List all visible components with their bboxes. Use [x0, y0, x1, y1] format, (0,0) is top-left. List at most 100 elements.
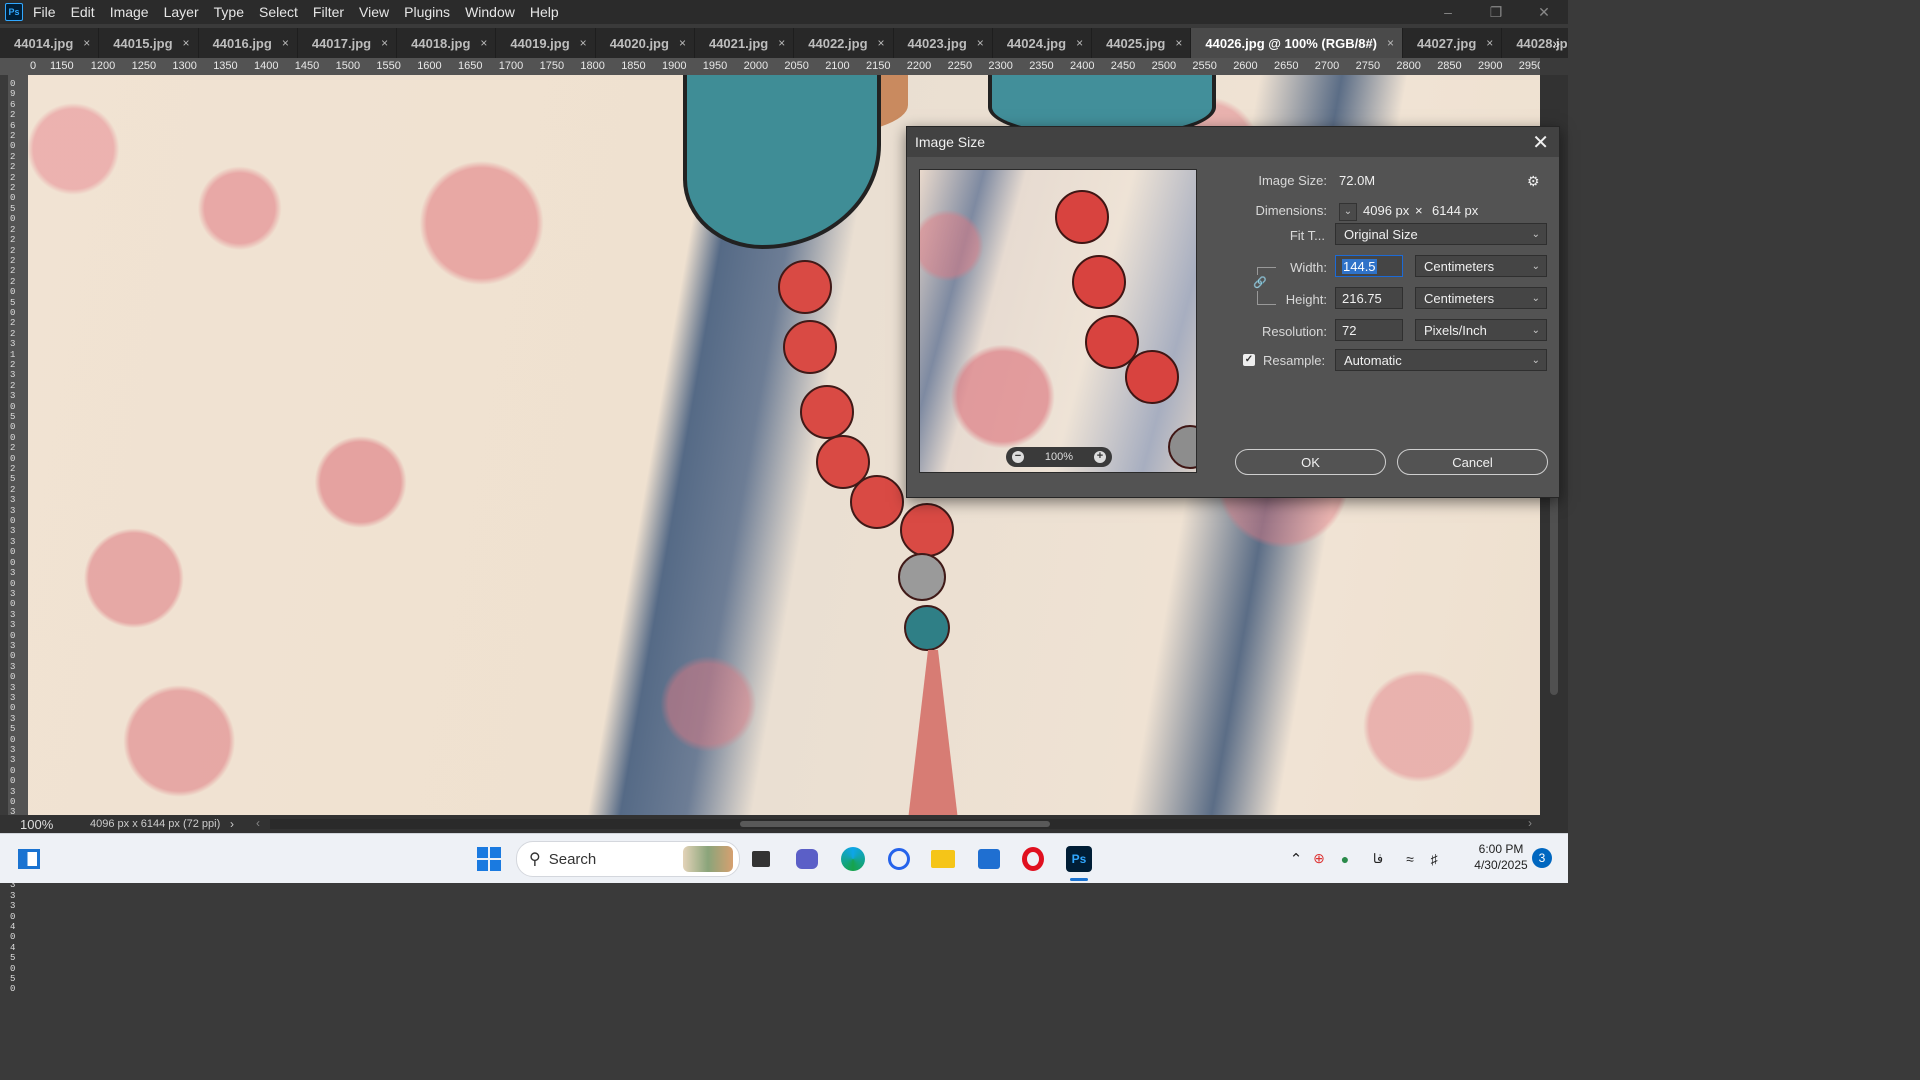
- tab-close-icon[interactable]: ×: [580, 36, 587, 50]
- video-call-icon[interactable]: [790, 842, 824, 876]
- tab-close-icon[interactable]: ×: [778, 36, 785, 50]
- resample-value: Automatic: [1344, 353, 1402, 368]
- menu-file[interactable]: File: [31, 4, 65, 20]
- ruler-tick-label: 2450: [1110, 60, 1136, 72]
- zoom-in-icon[interactable]: +: [1093, 451, 1106, 463]
- ruler-tick-label: 2800: [1396, 60, 1421, 72]
- tab-close-icon[interactable]: ×: [1387, 36, 1394, 50]
- fit-to-select[interactable]: Original Size ⌄: [1335, 223, 1547, 245]
- width-unit-select[interactable]: Centimeters ⌄: [1415, 255, 1547, 277]
- wifi-icon[interactable]: ≈: [1398, 851, 1422, 867]
- tab-document[interactable]: 44024.jpg ×: [993, 28, 1093, 58]
- photoshop-icon[interactable]: Ps: [1062, 842, 1096, 881]
- tab-document[interactable]: 44014.jpg ×: [0, 28, 100, 58]
- snipping-tool-icon[interactable]: [882, 842, 916, 876]
- menu-help[interactable]: Help: [528, 4, 568, 20]
- cancel-button[interactable]: Cancel: [1397, 449, 1548, 475]
- tab-document[interactable]: 44025.jpg ×: [1092, 28, 1192, 58]
- tab-document[interactable]: 44019.jpg ×: [496, 28, 596, 58]
- top-ruler[interactable]: 0 1150 1200 1250 1300 1350 1400 1450 1500 1550 160…: [28, 58, 1540, 76]
- widgets-icon[interactable]: [12, 842, 46, 876]
- menu-type[interactable]: Type: [212, 4, 253, 20]
- minimize-icon[interactable]: –: [1424, 0, 1472, 24]
- edge-icon[interactable]: [836, 842, 870, 876]
- file-explorer-icon[interactable]: [926, 842, 960, 876]
- menu-window[interactable]: Window: [463, 4, 524, 20]
- tab-active-document[interactable]: 44026.jpg @ 100% (RGB/8#) ×: [1191, 28, 1404, 58]
- menu-edit[interactable]: Edit: [69, 4, 104, 20]
- notification-badge[interactable]: 3: [1532, 848, 1552, 868]
- volume-muted-icon[interactable]: ♯: [1422, 851, 1446, 867]
- tab-document[interactable]: 44023.jpg ×: [894, 28, 993, 58]
- language-indicator[interactable]: فا: [1358, 851, 1398, 867]
- status-menu-arrow-icon[interactable]: ›: [230, 817, 270, 831]
- tab-document[interactable]: 44015.jpg ×: [99, 28, 199, 58]
- resample-select[interactable]: Automatic ⌄: [1335, 349, 1547, 371]
- tray-overflow-icon[interactable]: ⌃: [1286, 850, 1306, 868]
- globe-icon[interactable]: ●: [1332, 851, 1358, 867]
- menu-plugins[interactable]: Plugins: [402, 4, 459, 20]
- tab-close-icon[interactable]: ×: [977, 36, 984, 50]
- ruler-tick-label: 1850: [621, 60, 646, 72]
- dimensions-dropdown-icon[interactable]: ⌄: [1339, 203, 1357, 221]
- tab-document[interactable]: 44016.jpg ×: [199, 28, 298, 58]
- tab-document[interactable]: 44022.jpg ×: [794, 28, 894, 58]
- tab-close-icon[interactable]: ×: [679, 36, 686, 50]
- store-icon[interactable]: [972, 842, 1006, 876]
- task-view-icon[interactable]: [744, 842, 778, 876]
- resample-checkbox[interactable]: ✓: [1243, 354, 1255, 366]
- zoom-level-field[interactable]: 100%: [0, 817, 74, 832]
- tab-overflow-icon[interactable]: »: [1552, 28, 1560, 58]
- resolution-unit-select[interactable]: Pixels/Inch ⌄: [1415, 319, 1547, 341]
- tab-close-icon[interactable]: ×: [282, 36, 289, 50]
- height-unit-select[interactable]: Centimeters ⌄: [1415, 287, 1547, 309]
- ruler-tick-label: 2500: [1151, 60, 1177, 72]
- tab-close-icon[interactable]: ×: [480, 36, 487, 50]
- width-input[interactable]: 144.5: [1335, 255, 1403, 277]
- link-chain-icon[interactable]: 🔗: [1253, 275, 1267, 291]
- tab-close-icon[interactable]: ×: [1076, 36, 1083, 50]
- horizontal-scrollbar[interactable]: ‹ ›: [256, 816, 1532, 830]
- width-label: Width:: [1290, 260, 1327, 275]
- clock[interactable]: 6:00 PM 4/30/2025: [1460, 841, 1542, 873]
- dialog-title-bar[interactable]: Image Size ✕: [907, 127, 1559, 157]
- tab-close-icon[interactable]: ×: [1175, 36, 1182, 50]
- tab-document[interactable]: 44021.jpg ×: [695, 28, 795, 58]
- image-preview[interactable]: − 100% +: [919, 169, 1197, 473]
- tab-document[interactable]: 44018.jpg ×: [397, 28, 497, 58]
- menu-image[interactable]: Image: [108, 4, 158, 20]
- left-ruler[interactable]: 0962620222205022222205022312323050020252…: [8, 75, 28, 994]
- ruler-tick-label: 2550: [1192, 60, 1217, 72]
- menu-view[interactable]: View: [357, 4, 398, 20]
- ok-button[interactable]: OK: [1235, 449, 1386, 475]
- tab-close-icon[interactable]: ×: [381, 36, 388, 50]
- zoom-out-icon[interactable]: −: [1012, 451, 1024, 463]
- opera-icon[interactable]: [1016, 842, 1050, 876]
- tab-close-icon[interactable]: ×: [878, 36, 885, 50]
- taskbar-search[interactable]: ⚲ Search: [516, 841, 740, 877]
- ruler-tick-label: 1300: [172, 60, 197, 72]
- scroll-left-icon[interactable]: ‹: [256, 816, 260, 830]
- taskbar: ⚲ Search Ps ⌃ ⊕ ● فا ≈ ♯ 6:00 PM 4/30/20…: [0, 833, 1568, 883]
- tab-document[interactable]: 44020.jpg ×: [596, 28, 695, 58]
- dialog-close-icon[interactable]: ✕: [1532, 130, 1549, 155]
- tab-close-icon[interactable]: ×: [83, 36, 90, 50]
- menu-select[interactable]: Select: [257, 4, 307, 20]
- menu-filter[interactable]: Filter: [311, 4, 353, 20]
- ruler-tick-label: 1800: [580, 60, 605, 72]
- close-icon[interactable]: ✕: [1520, 0, 1568, 24]
- tab-close-icon[interactable]: ×: [1486, 36, 1493, 50]
- tab-close-icon[interactable]: ×: [183, 36, 190, 50]
- scroll-right-icon[interactable]: ›: [1528, 816, 1532, 830]
- start-icon[interactable]: [472, 842, 506, 876]
- settings-gear-icon[interactable]: ⚙: [1527, 173, 1540, 190]
- document-info[interactable]: 4096 px x 6144 px (72 ppi): [74, 818, 230, 830]
- resolution-input[interactable]: 72: [1335, 319, 1403, 341]
- restore-icon[interactable]: ❐: [1472, 0, 1520, 24]
- tab-document[interactable]: 44017.jpg ×: [298, 28, 398, 58]
- tab-document[interactable]: 44027.jpg ×: [1403, 28, 1503, 58]
- height-input[interactable]: 216.75: [1335, 287, 1403, 309]
- menu-layer[interactable]: Layer: [162, 4, 208, 20]
- horizontal-scroll-thumb[interactable]: [740, 821, 1050, 827]
- vpn-icon[interactable]: ⊕: [1306, 850, 1332, 867]
